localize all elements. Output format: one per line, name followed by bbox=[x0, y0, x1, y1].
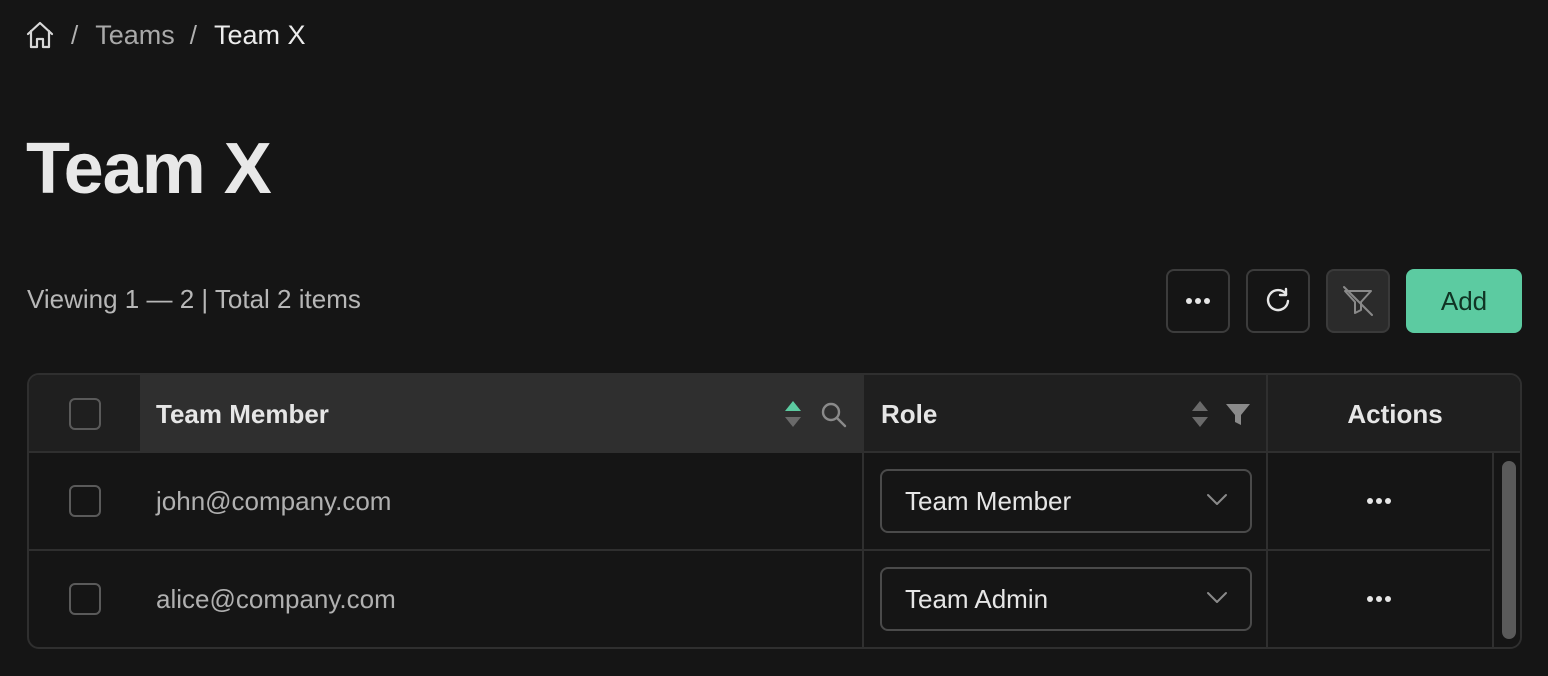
refresh-icon bbox=[1266, 287, 1290, 312]
role-cell: Team Member bbox=[862, 453, 1266, 549]
refresh-button[interactable] bbox=[1246, 269, 1310, 333]
filter-icon[interactable] bbox=[1224, 400, 1252, 428]
breadcrumb-separator: / bbox=[189, 19, 197, 50]
member-email: alice@company.com bbox=[156, 583, 396, 614]
row-checkbox[interactable] bbox=[68, 485, 101, 517]
more-options-button[interactable] bbox=[1166, 269, 1230, 333]
team-members-table: Team Member Role Actions john@company.co… bbox=[27, 373, 1522, 649]
chevron-down-icon bbox=[1207, 494, 1227, 505]
breadcrumb-link-teams[interactable]: Teams bbox=[95, 20, 175, 51]
pagination-summary: Viewing 1 — 2 | Total 2 items bbox=[27, 284, 361, 314]
sort-icon[interactable] bbox=[1190, 399, 1210, 429]
chevron-down-icon bbox=[1207, 592, 1227, 603]
breadcrumb: / Teams / Team X bbox=[24, 18, 306, 52]
role-select-value: Team Member bbox=[905, 485, 1072, 516]
sort-ascending-icon[interactable] bbox=[783, 399, 803, 429]
column-header-team-member[interactable]: Team Member bbox=[140, 375, 862, 453]
more-horizontal-icon bbox=[1367, 596, 1391, 602]
column-header-label: Team Member bbox=[156, 398, 329, 429]
breadcrumb-separator: / bbox=[71, 19, 79, 50]
home-icon[interactable] bbox=[24, 19, 56, 51]
more-horizontal-icon bbox=[1186, 298, 1210, 304]
column-header-label: Actions bbox=[1347, 398, 1443, 429]
select-all-cell bbox=[29, 375, 140, 453]
page-title: Team X bbox=[26, 129, 272, 209]
page: / Teams / Team X Team X Viewing 1 — 2 | … bbox=[0, 0, 1548, 676]
row-checkbox-cell bbox=[29, 453, 140, 549]
search-icon[interactable] bbox=[820, 401, 848, 429]
table-header: Team Member Role Actions bbox=[29, 375, 1520, 453]
column-header-actions: Actions bbox=[1266, 375, 1520, 453]
role-select[interactable]: Team Member bbox=[880, 469, 1252, 533]
role-select-value: Team Admin bbox=[905, 583, 1049, 614]
table-row: alice@company.com Team Admin bbox=[29, 551, 1490, 647]
row-checkbox-cell bbox=[29, 551, 140, 647]
column-header-role[interactable]: Role bbox=[862, 375, 1266, 453]
breadcrumb-current: Team X bbox=[214, 19, 306, 50]
row-actions-button[interactable] bbox=[1359, 584, 1399, 614]
row-actions-cell bbox=[1266, 551, 1490, 647]
row-checkbox[interactable] bbox=[68, 583, 101, 615]
more-horizontal-icon bbox=[1367, 498, 1391, 504]
select-all-checkbox[interactable] bbox=[68, 398, 101, 430]
member-email: john@company.com bbox=[156, 485, 392, 516]
table-scrollbar[interactable] bbox=[1492, 453, 1520, 647]
role-cell: Team Admin bbox=[862, 551, 1266, 647]
row-actions-cell bbox=[1266, 453, 1490, 549]
add-button[interactable]: Add bbox=[1406, 269, 1522, 333]
filter-off-icon bbox=[1343, 286, 1373, 316]
column-header-label: Role bbox=[881, 398, 938, 429]
role-select[interactable]: Team Admin bbox=[880, 567, 1252, 631]
scrollbar-thumb[interactable] bbox=[1502, 461, 1516, 639]
row-actions-button[interactable] bbox=[1359, 486, 1399, 516]
table-row: john@company.com Team Member bbox=[29, 453, 1490, 551]
clear-filters-button[interactable] bbox=[1326, 269, 1390, 333]
